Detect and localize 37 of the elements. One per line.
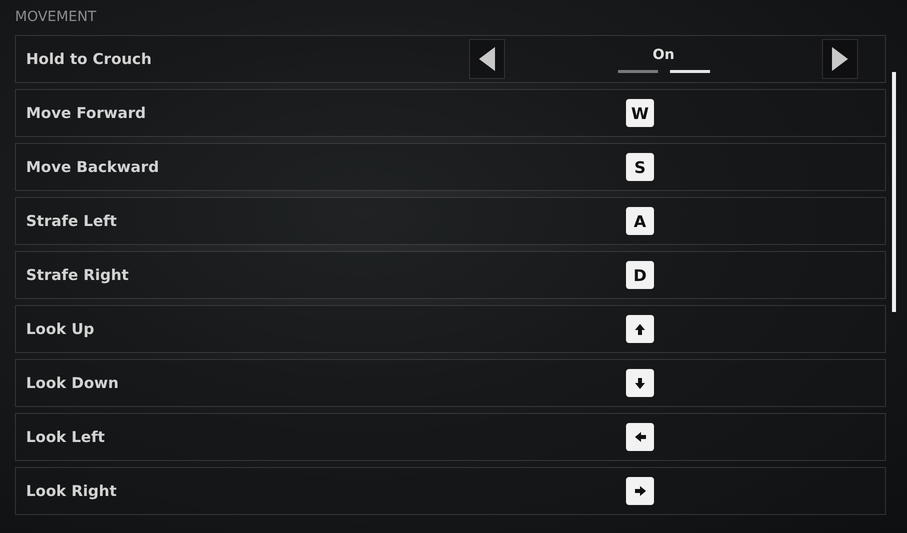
- key-cap[interactable]: [626, 369, 654, 397]
- setting-label: Move Forward: [25, 104, 147, 122]
- setting-label: Move Backward: [25, 158, 160, 176]
- next-button[interactable]: [822, 39, 858, 79]
- previous-button[interactable]: [469, 39, 505, 79]
- setting-row[interactable]: Move Backward S: [15, 143, 886, 191]
- key-cap[interactable]: S: [626, 153, 654, 181]
- setting-label: Look Down: [25, 374, 120, 392]
- setting-row[interactable]: Look Up: [15, 305, 886, 353]
- key-cap[interactable]: [626, 315, 654, 343]
- left-arrow-icon: [632, 430, 648, 444]
- setting-row[interactable]: Strafe Left A: [15, 197, 886, 245]
- setting-row[interactable]: Hold to Crouch On: [15, 35, 886, 83]
- setting-label: Look Right: [25, 482, 118, 500]
- setting-label: Look Up: [25, 320, 96, 338]
- setting-row[interactable]: Strafe Right D: [15, 251, 886, 299]
- key-cap[interactable]: [626, 477, 654, 505]
- key-cap[interactable]: D: [626, 261, 654, 289]
- scrollbar[interactable]: [892, 72, 896, 312]
- setting-row[interactable]: Look Left: [15, 413, 886, 461]
- right-triangle-icon: [831, 47, 849, 71]
- setting-label: Strafe Left: [25, 212, 118, 230]
- key-cap[interactable]: [626, 423, 654, 451]
- down-arrow-icon: [632, 376, 648, 390]
- setting-row[interactable]: Move Forward W: [15, 89, 886, 137]
- setting-label: Hold to Crouch: [25, 50, 153, 68]
- key-cap[interactable]: A: [626, 207, 654, 235]
- up-arrow-icon: [632, 322, 648, 336]
- left-triangle-icon: [478, 47, 496, 71]
- section-heading: MOVEMENT: [15, 8, 98, 27]
- right-arrow-icon: [632, 484, 648, 498]
- option-value: On: [652, 46, 674, 64]
- setting-row[interactable]: Look Down: [15, 359, 886, 407]
- key-cap[interactable]: W: [626, 99, 654, 127]
- setting-label: Strafe Right: [25, 266, 130, 284]
- setting-label: Look Left: [25, 428, 106, 446]
- setting-row[interactable]: Look Right: [15, 467, 886, 515]
